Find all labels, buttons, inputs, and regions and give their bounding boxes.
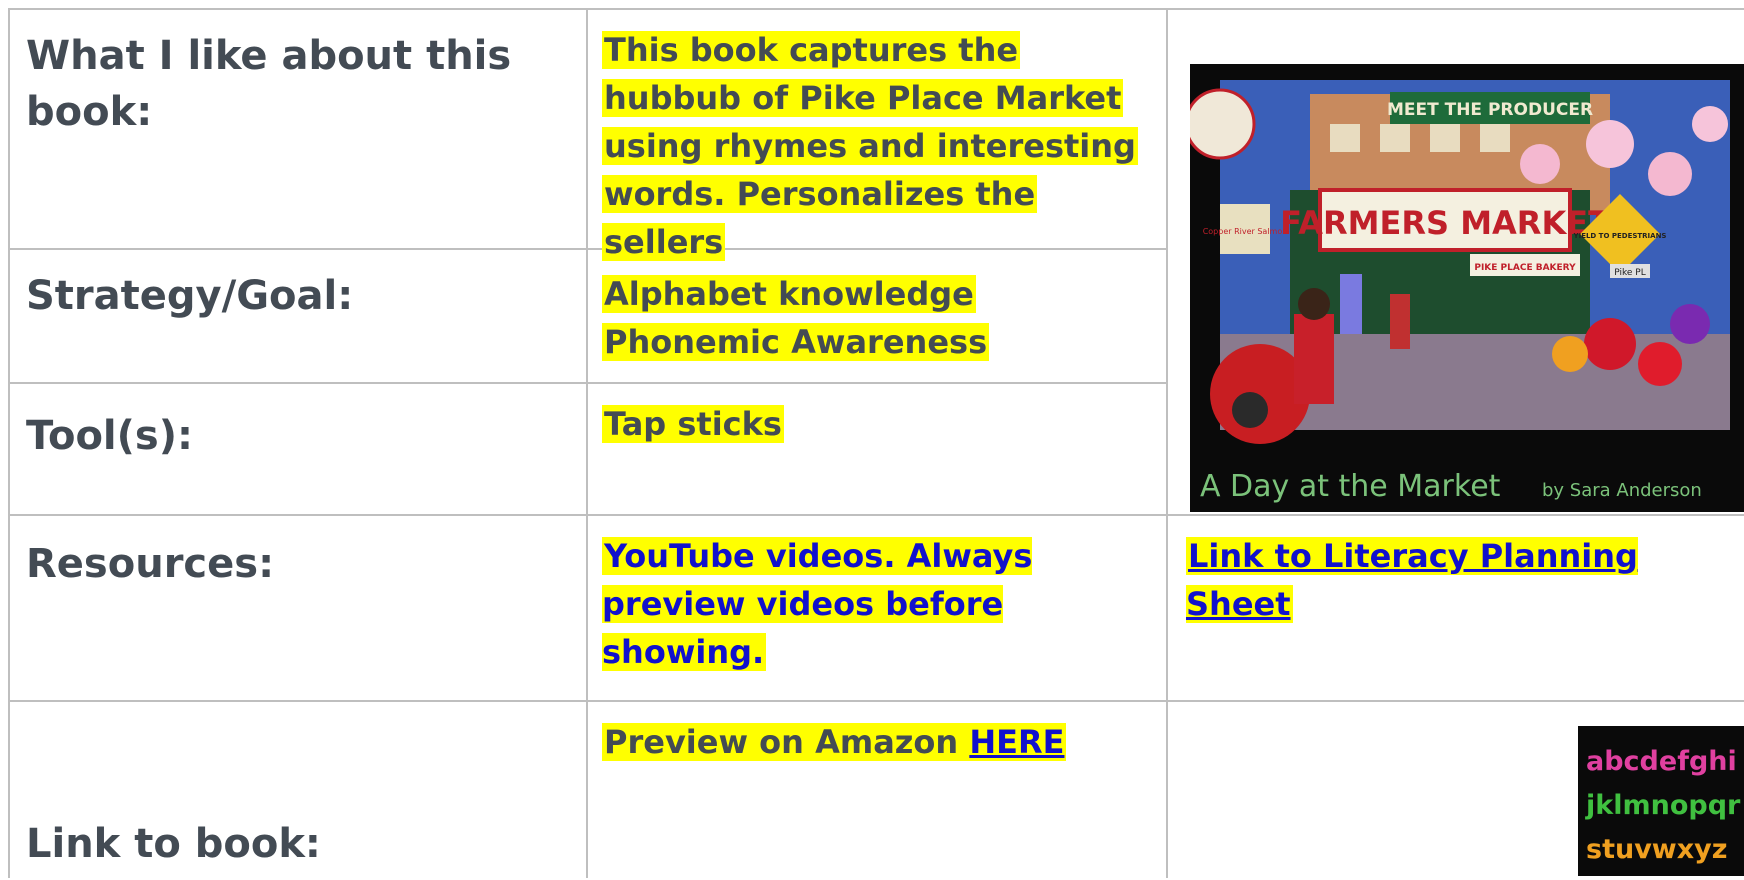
row-label-tools: Tool(s): bbox=[26, 413, 194, 459]
amazon-here-link[interactable]: HERE bbox=[969, 723, 1064, 761]
table-border bbox=[8, 700, 1744, 702]
alphabet-row-1: abcdefghi bbox=[1586, 746, 1737, 777]
literacy-planning-sheet-link[interactable]: Link to Literacy Planning Sheet bbox=[1186, 537, 1638, 623]
table-border bbox=[8, 8, 1744, 10]
table-border bbox=[8, 382, 1168, 384]
strategy-text-cell: Alphabet knowledge Phonemic Awareness bbox=[602, 270, 1162, 366]
table-border bbox=[586, 8, 588, 878]
table-border bbox=[8, 514, 1744, 516]
table-border bbox=[1166, 8, 1168, 878]
strategy-line-1: Alphabet knowledge bbox=[602, 275, 976, 313]
cover-sign-producer: MEET THE PRODUCER bbox=[1387, 100, 1593, 120]
row-label-strategy: Strategy/Goal: bbox=[26, 273, 354, 319]
tools-text: Tap sticks bbox=[602, 405, 784, 443]
alphabet-row-3: stuvwxyz bbox=[1586, 834, 1727, 865]
amazon-text-cell: Preview on Amazon HERE bbox=[602, 718, 1162, 766]
cover-sign-farmers-market: FARMERS MARKET bbox=[1280, 204, 1610, 242]
book-cover-image: MEET THE PRODUCER FARMERS MARKET PIKE PL… bbox=[1190, 64, 1744, 512]
likes-text-cell: This book captures the hubbub of Pike Pl… bbox=[602, 26, 1142, 266]
strategy-line-2: Phonemic Awareness bbox=[602, 323, 990, 361]
amazon-preview-text: Preview on Amazon HERE bbox=[602, 723, 1067, 761]
cover-sign-street: Pike PL bbox=[1614, 268, 1645, 278]
planning-sheet-cell: Link to Literacy Planning Sheet bbox=[1186, 532, 1646, 628]
cover-sign-fish: Copper River Salmon bbox=[1203, 227, 1288, 236]
alphabet-row-2: jklmnopqr bbox=[1585, 790, 1741, 821]
book-cover-illustration: MEET THE PRODUCER FARMERS MARKET PIKE PL… bbox=[1190, 64, 1744, 512]
cover-sign-bakery: PIKE PLACE BAKERY bbox=[1474, 263, 1576, 273]
table-border bbox=[8, 8, 10, 878]
resources-text: YouTube videos. Always preview videos be… bbox=[602, 537, 1033, 671]
tools-text-cell: Tap sticks bbox=[602, 400, 1162, 448]
cover-sign-yield: YIELD TO PEDESTRIANS bbox=[1573, 232, 1667, 240]
cover-byline: by Sara Anderson bbox=[1542, 480, 1702, 501]
cover-title: A Day at the Market bbox=[1200, 469, 1501, 504]
alphabet-illustration: abcdefghi jklmnopqr stuvwxyz bbox=[1578, 726, 1744, 876]
row-label-link-to-book: Link to book: bbox=[26, 821, 321, 867]
resources-text-cell: YouTube videos. Always preview videos be… bbox=[602, 532, 1062, 676]
row-label-resources: Resources: bbox=[26, 541, 275, 587]
row-label-likes: What I like about this book: bbox=[26, 33, 512, 135]
likes-text: This book captures the hubbub of Pike Pl… bbox=[602, 31, 1138, 261]
alphabet-image: abcdefghi jklmnopqr stuvwxyz bbox=[1578, 726, 1744, 876]
